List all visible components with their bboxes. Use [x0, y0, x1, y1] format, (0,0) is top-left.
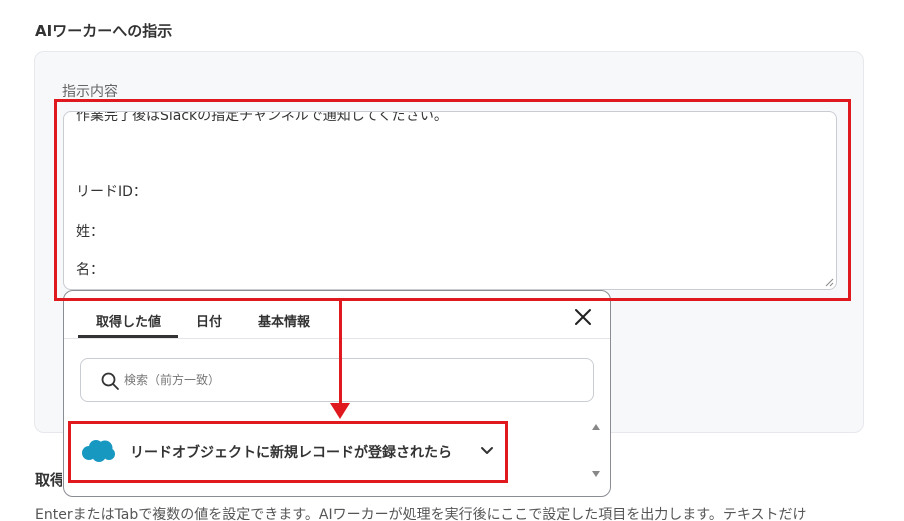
section-title: AIワーカーへの指示 — [35, 22, 173, 40]
resize-grip-icon[interactable] — [825, 278, 834, 287]
trigger-list-item[interactable]: リードオブジェクトに新規レコードが登録されたら — [72, 424, 502, 478]
search-box — [80, 358, 594, 402]
scroll-up-arrow[interactable] — [592, 424, 600, 430]
search-icon — [101, 372, 119, 390]
scroll-down-arrow[interactable] — [592, 471, 600, 477]
help-text: EnterまたはTabで複数の値を設定できます。AIワーカーが処理を実行後にここ… — [35, 507, 807, 521]
popup-tabs: 取得した値 日付 基本情報 — [64, 291, 610, 339]
tab-date[interactable]: 日付 — [196, 311, 222, 330]
search-input[interactable] — [124, 359, 564, 401]
trigger-item-label: リードオブジェクトに新規レコードが登録されたら — [130, 445, 452, 461]
close-icon[interactable] — [571, 305, 595, 329]
instruction-line: 作業完了後はSlackの指定チャンネルで通知してください。 — [76, 111, 448, 124]
next-section-title: 取得 — [35, 471, 62, 489]
variable-picker-popup: 取得した値 日付 基本情報 リードオブジェクトに新規レコードが登録されたら — [63, 290, 611, 497]
annotation-arrow-line — [339, 301, 342, 406]
annotation-arrow-head — [330, 403, 350, 419]
tab-basic-info[interactable]: 基本情報 — [258, 311, 310, 330]
instruction-line: 姓： — [76, 224, 104, 240]
tab-acquired-values[interactable]: 取得した値 — [96, 311, 161, 330]
instruction-line: 名： — [76, 262, 104, 278]
instruction-label: 指示内容 — [62, 84, 118, 100]
salesforce-cloud-icon — [82, 440, 115, 462]
chevron-down-icon[interactable] — [480, 444, 494, 458]
instruction-textarea[interactable]: 作業完了後はSlackの指定チャンネルで通知してください。 リードID： 姓： … — [63, 111, 837, 290]
instruction-line: リードID： — [76, 184, 147, 200]
active-tab-indicator — [78, 335, 178, 338]
